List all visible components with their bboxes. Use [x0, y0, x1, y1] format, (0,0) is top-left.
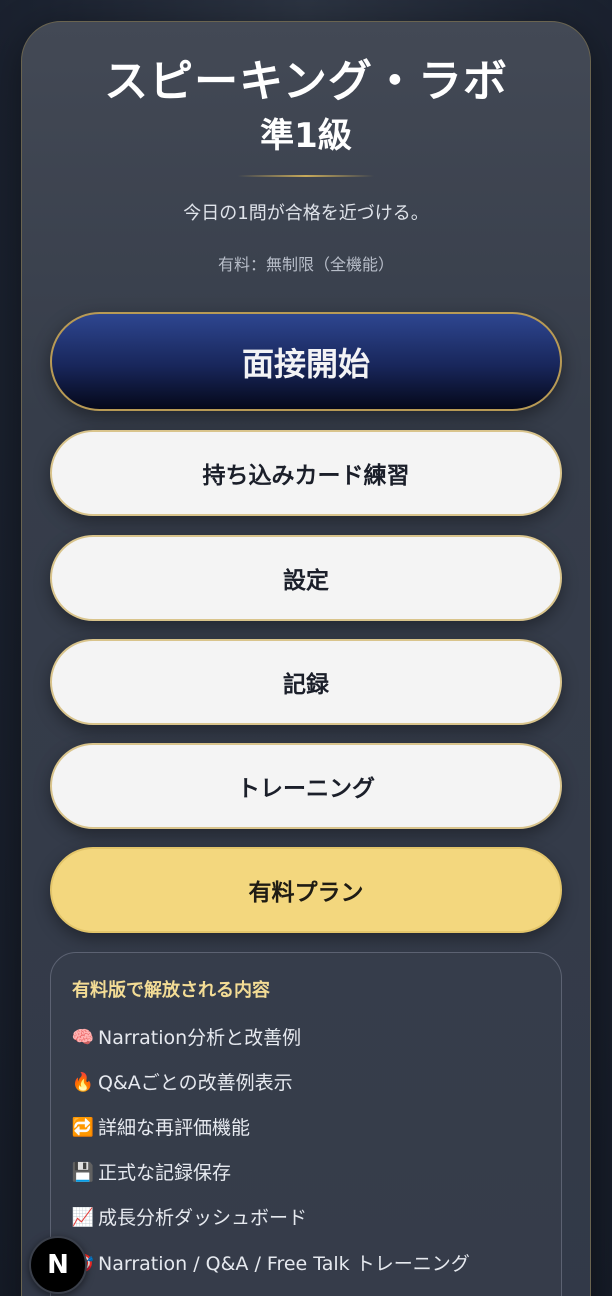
feature-item: 🧠 Narration分析と改善例 [71, 1024, 301, 1052]
feature-item: 📈 成長分析ダッシュボード [71, 1204, 307, 1232]
feature-label: Narration分析と改善例 [98, 1027, 302, 1049]
feature-label: 詳細な再評価機能 [98, 1117, 251, 1139]
feature-label: Narration / Q&A / Free Talk トレーニング [98, 1253, 470, 1275]
features-title: 有料版で解放される内容 [72, 980, 270, 1001]
feature-label: Q&Aごとの改善例表示 [98, 1072, 293, 1094]
repeat-icon: 🔁 [71, 1117, 95, 1138]
app-title: スピーキング・ラボ [104, 56, 508, 107]
feature-item: 🔥 Q&Aごとの改善例表示 [71, 1069, 293, 1097]
feature-item: 💾 正式な記録保存 [71, 1159, 231, 1187]
tagline: 今日の1問が合格を近づける。 [183, 203, 429, 224]
brain-icon: 🧠 [71, 1027, 95, 1048]
chart-up-icon: 📈 [71, 1207, 95, 1228]
training-button[interactable]: トレーニング [50, 743, 562, 829]
paid-plan-button[interactable]: 有料プラン [50, 847, 562, 933]
level-title: 準1級 [260, 116, 352, 156]
paid-features-panel: 有料版で解放される内容 🧠 Narration分析と改善例 🔥 Q&Aごとの改善… [50, 952, 562, 1296]
n-badge-button[interactable]: N [29, 1236, 87, 1294]
title-divider [238, 175, 374, 177]
records-button[interactable]: 記録 [50, 639, 562, 725]
feature-item: 🔁 詳細な再評価機能 [71, 1114, 250, 1142]
feature-label: 正式な記録保存 [98, 1162, 232, 1184]
settings-button[interactable]: 設定 [50, 535, 562, 621]
fire-icon: 🔥 [71, 1072, 95, 1093]
feature-label: 成長分析ダッシュボード [98, 1207, 308, 1229]
app-screen: スピーキング・ラボ 準1級 今日の1問が合格を近づける。 有料：無制限（全機能）… [0, 0, 612, 1296]
plan-status: 有料：無制限（全機能） [217, 255, 394, 274]
floppy-disk-icon: 💾 [71, 1162, 95, 1183]
feature-item: 🎯 Narration / Q&A / Free Talk トレーニング [71, 1250, 470, 1278]
interview-start-button[interactable]: 面接開始 [50, 312, 562, 411]
card-practice-button[interactable]: 持ち込みカード練習 [50, 430, 562, 516]
